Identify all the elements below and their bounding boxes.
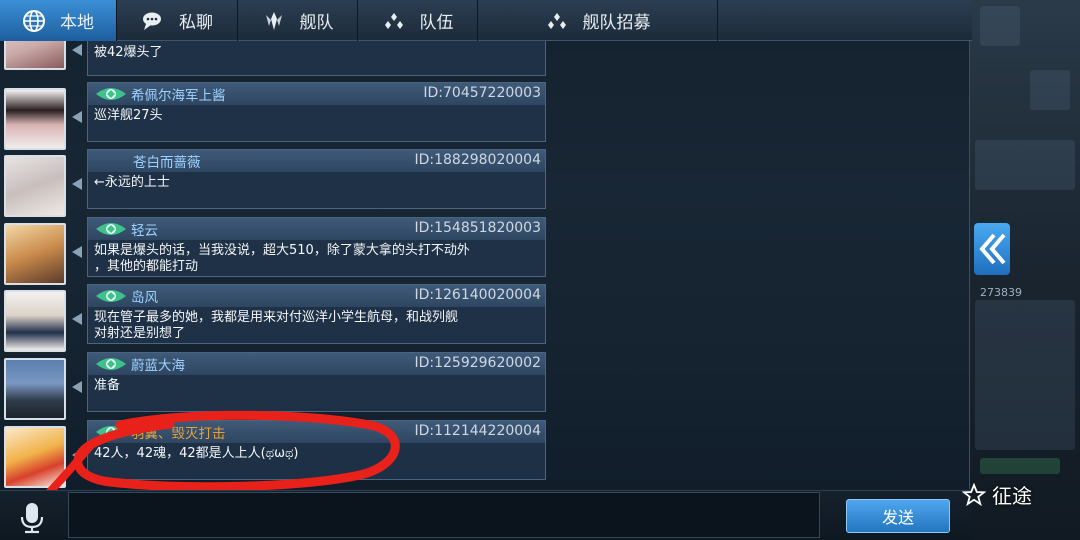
tab-bar-filler xyxy=(718,0,972,41)
message-text: 42人，42魂，42都是人上人(ಥωಥ) xyxy=(94,446,299,461)
team-dots-icon xyxy=(384,12,403,29)
recruit-dots-icon xyxy=(547,12,566,29)
message-header: 羽翼、毁灭打击 ID:112144220004 xyxy=(88,421,545,443)
fleet-badge-icon xyxy=(96,223,126,235)
message-bubble: 羽翼、毁灭打击 ID:112144220004 42人，42魂，42都是人上人(… xyxy=(87,420,546,480)
sender-id: ID:112144220004 xyxy=(414,423,541,439)
tab-fleet-recruit[interactable]: 舰队招募 xyxy=(478,0,718,41)
star-icon xyxy=(962,482,986,506)
list-item: 轻云 ID:154851820003 如果是爆头的话，当我没说，超大510，除了… xyxy=(0,217,550,285)
message-text: 巡洋舰27头 xyxy=(94,108,163,123)
sender-name[interactable]: 岛风 xyxy=(131,286,158,306)
bubble-pointer xyxy=(72,381,82,393)
right-panel-stats xyxy=(975,300,1075,450)
tab-fleet[interactable]: 舰队 xyxy=(238,0,358,41)
message-text: 现在管子最多的她，我都是用来对付巡洋小学生航母，和战列舰 对射还是别想了 xyxy=(94,310,459,341)
avatar[interactable] xyxy=(4,88,66,150)
sender-name[interactable]: 蔚蓝大海 xyxy=(131,354,185,374)
tab-label: 本地 xyxy=(60,13,94,33)
message-text: 被42爆头了 xyxy=(94,45,163,60)
sender-name[interactable]: 羽翼、毁灭打击 xyxy=(131,422,226,442)
bubble-pointer xyxy=(72,449,82,461)
message-header: 希佩尔海军上酱 ID:70457220003 xyxy=(88,83,545,105)
tab-label: 舰队招募 xyxy=(582,13,651,33)
tab-label: 舰队 xyxy=(299,13,334,33)
right-panel-number: 273839 xyxy=(980,286,1022,299)
tab-team[interactable]: 队伍 xyxy=(358,0,478,41)
sender-name[interactable]: 轻云 xyxy=(131,219,158,239)
tab-label: 私聊 xyxy=(179,13,213,33)
bubble-pointer xyxy=(72,44,82,56)
message-header: 苍白而蔷薇 ID:188298020004 xyxy=(88,150,545,172)
tab-private-chat[interactable]: 私聊 xyxy=(117,0,238,41)
message-bubble: 希佩尔海军上酱 ID:70457220003 巡洋舰27头 xyxy=(87,82,546,142)
sender-name[interactable]: 希佩尔海军上酱 xyxy=(131,84,226,104)
fleet-emblem-icon xyxy=(265,11,282,30)
message-header: 岛风 ID:126140020004 xyxy=(88,285,545,307)
avatar[interactable] xyxy=(4,426,66,488)
bubble-pointer xyxy=(72,313,82,325)
globe-icon xyxy=(23,9,45,32)
bubble-pointer xyxy=(72,246,82,258)
bubble-pointer xyxy=(72,111,82,123)
right-panel-icon xyxy=(980,6,1020,46)
avatar[interactable] xyxy=(4,155,66,217)
right-panel-icon xyxy=(1030,70,1070,110)
message-list[interactable]: 被42爆头了 希佩尔海军上酱 ID:70457220003 巡洋舰27头 苍白而… xyxy=(0,41,555,489)
list-item: 羽翼、毁灭打击 ID:112144220004 42人，42魂，42都是人上人(… xyxy=(0,420,550,488)
voice-input-button[interactable] xyxy=(14,499,50,535)
microphone-icon xyxy=(20,503,44,534)
sender-id: ID:125929620002 xyxy=(414,355,541,371)
chat-message-input[interactable] xyxy=(68,492,820,538)
list-item: 苍白而蔷薇 ID:188298020004 ←永远的上士 xyxy=(0,149,550,217)
message-bubble: 蔚蓝大海 ID:125929620002 准备 xyxy=(87,352,546,412)
message-text: 如果是爆头的话，当我没说，超大510，除了蒙大拿的头打不动外 ，其他的都能打动 xyxy=(94,243,470,274)
fleet-badge-icon xyxy=(96,358,126,370)
list-item: 蔚蓝大海 ID:125929620002 准备 xyxy=(0,352,550,420)
right-panel-ship xyxy=(975,140,1075,190)
avatar[interactable] xyxy=(4,290,66,352)
fleet-badge-icon xyxy=(96,426,126,438)
fleet-badge-icon xyxy=(96,88,126,100)
double-chevron-left-icon xyxy=(979,233,1006,265)
right-panel-bar xyxy=(980,458,1060,474)
message-text: ←永远的上士 xyxy=(94,175,170,190)
list-item: 希佩尔海军上酱 ID:70457220003 巡洋舰27头 xyxy=(0,82,550,150)
tab-local[interactable]: 本地 xyxy=(0,0,117,41)
watermark-label: 征途 xyxy=(992,484,1032,508)
collapse-panel-button[interactable] xyxy=(974,223,1010,275)
sender-id: ID:126140020004 xyxy=(414,287,541,303)
message-bubble: 轻云 ID:154851820003 如果是爆头的话，当我没说，超大510，除了… xyxy=(87,217,546,277)
fleet-badge-icon xyxy=(96,290,126,302)
avatar[interactable] xyxy=(4,223,66,285)
bubble-pointer xyxy=(72,178,82,190)
sender-id: ID:188298020004 xyxy=(414,152,541,168)
message-bubble: 被42爆头了 xyxy=(87,41,546,76)
list-item: 岛风 ID:126140020004 现在管子最多的她，我都是用来对付巡洋小学生… xyxy=(0,284,550,352)
avatar[interactable] xyxy=(4,41,66,70)
message-bubble: 苍白而蔷薇 ID:188298020004 ←永远的上士 xyxy=(87,149,546,209)
chat-bubble-icon xyxy=(143,12,161,30)
avatar[interactable] xyxy=(4,358,66,420)
message-header: 轻云 ID:154851820003 xyxy=(88,218,545,240)
message-header: 蔚蓝大海 ID:125929620002 xyxy=(88,353,545,375)
sender-id: ID:154851820003 xyxy=(414,220,541,236)
list-item: 被42爆头了 xyxy=(0,41,550,76)
sender-name[interactable]: 苍白而蔷薇 xyxy=(133,151,201,171)
watermark: 征途 xyxy=(962,480,1032,509)
send-button[interactable]: 发送 xyxy=(846,499,950,533)
message-text: 准备 xyxy=(94,378,121,393)
chat-tab-bar: 本地 私聊 舰队 队伍 舰队招募 xyxy=(0,0,972,41)
sender-id: ID:70457220003 xyxy=(423,85,541,101)
message-bubble: 岛风 ID:126140020004 现在管子最多的她，我都是用来对付巡洋小学生… xyxy=(87,284,546,344)
tab-label: 队伍 xyxy=(419,13,454,33)
